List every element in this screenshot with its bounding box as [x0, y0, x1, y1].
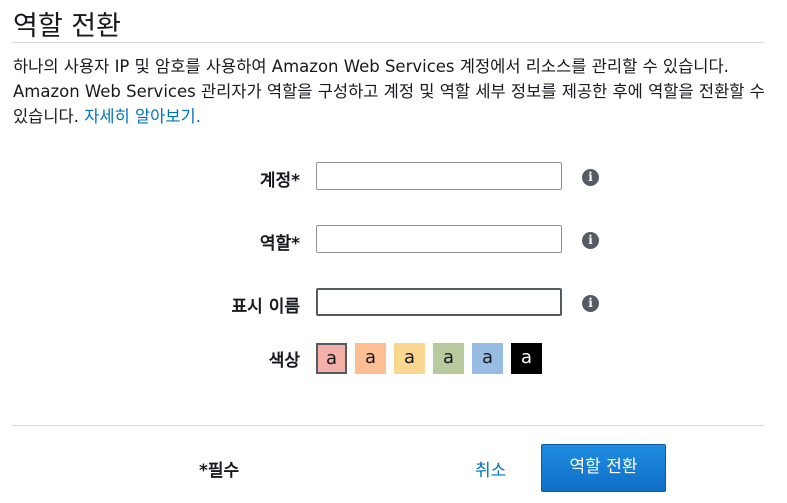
switch-role-button[interactable]: 역할 전환: [541, 444, 666, 492]
color-swatch[interactable]: a: [355, 343, 386, 374]
display-name-row: 표시 이름 i: [0, 288, 787, 320]
color-swatch[interactable]: a: [394, 343, 425, 374]
display-name-input[interactable]: [316, 288, 562, 316]
required-note: *필수: [199, 461, 240, 481]
account-input[interactable]: [316, 162, 562, 190]
description: 하나의 사용자 IP 및 암호를 사용하여 Amazon Web Service…: [13, 54, 765, 129]
info-icon[interactable]: i: [582, 169, 599, 186]
role-label: 역할*: [259, 234, 300, 254]
info-icon[interactable]: i: [582, 295, 599, 312]
color-label: 색상: [268, 351, 300, 371]
color-swatch[interactable]: a: [316, 343, 347, 374]
page-title: 역할 전환: [13, 11, 121, 42]
display-name-label: 표시 이름: [231, 297, 300, 317]
account-label: 계정*: [259, 171, 300, 191]
learn-more-link[interactable]: 자세히 알아보기.: [84, 107, 201, 126]
cancel-link[interactable]: 취소: [475, 456, 506, 481]
role-input[interactable]: [316, 225, 562, 253]
color-swatch[interactable]: a: [472, 343, 503, 374]
role-row: 역할* i: [0, 225, 787, 257]
color-swatch[interactable]: a: [511, 343, 542, 374]
account-row: 계정* i: [0, 162, 787, 194]
info-icon[interactable]: i: [582, 232, 599, 249]
color-swatch[interactable]: a: [433, 343, 464, 374]
title-divider: [12, 42, 764, 43]
footer-divider: [12, 425, 764, 426]
